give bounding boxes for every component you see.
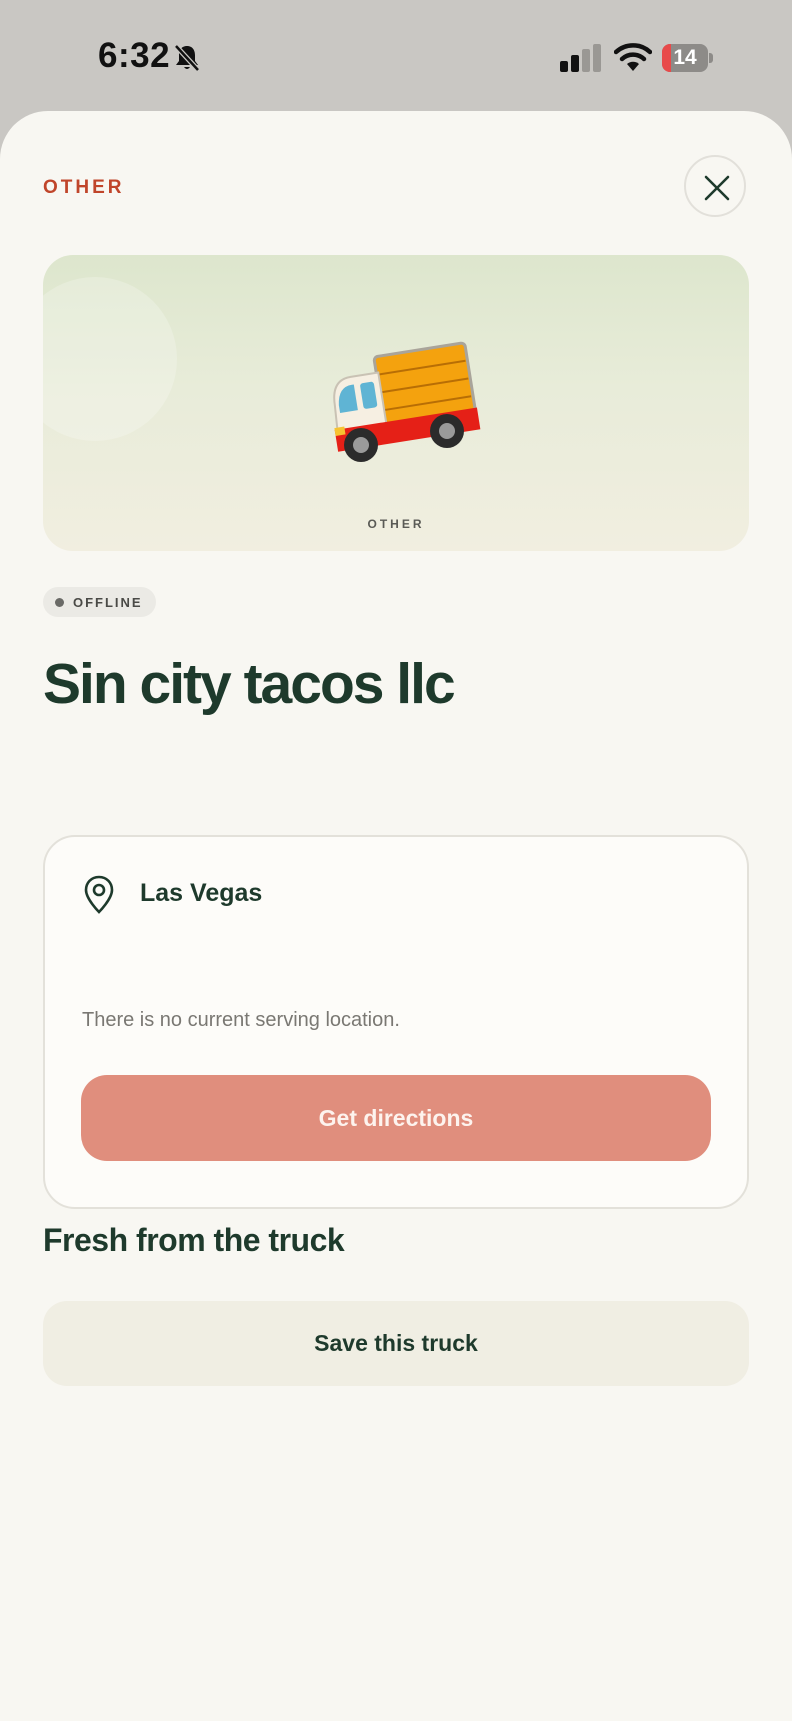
status-dot xyxy=(55,597,64,607)
wifi-icon xyxy=(614,43,652,71)
truck-detail-sheet: OTHER OTHER OFFLINE Sin city tacos llc L… xyxy=(0,111,792,1721)
truck-icon xyxy=(333,341,481,462)
battery-level: 14 xyxy=(673,46,697,69)
location-city: Las Vegas xyxy=(140,879,263,907)
battery-icon: 14 xyxy=(662,44,714,72)
category-label: OTHER xyxy=(43,177,125,198)
status-label: OFFLINE xyxy=(73,594,143,610)
get-directions-button[interactable]: Get directions xyxy=(81,1075,711,1161)
bell-slash-icon xyxy=(174,44,200,72)
map-pin-icon xyxy=(84,875,114,914)
status-time: 6:32 xyxy=(98,36,171,75)
save-truck-button[interactable]: Save this truck xyxy=(43,1301,749,1386)
hero-category-label: OTHER xyxy=(367,517,425,531)
truck-hero-image: OTHER xyxy=(43,255,749,551)
truck-name: Sin city tacos llc xyxy=(43,652,456,716)
close-icon xyxy=(704,175,730,201)
hero-decoration xyxy=(43,277,177,441)
menu-section-title: Fresh from the truck xyxy=(43,1222,345,1258)
close-button[interactable] xyxy=(684,155,746,217)
status-badge: OFFLINE xyxy=(43,587,156,617)
cellular-signal-icon xyxy=(560,44,601,72)
serving-location-note: There is no current serving location. xyxy=(82,1009,400,1031)
status-bar: 6:32 14 xyxy=(0,0,792,112)
location-card: Las Vegas There is no current serving lo… xyxy=(43,835,749,1209)
